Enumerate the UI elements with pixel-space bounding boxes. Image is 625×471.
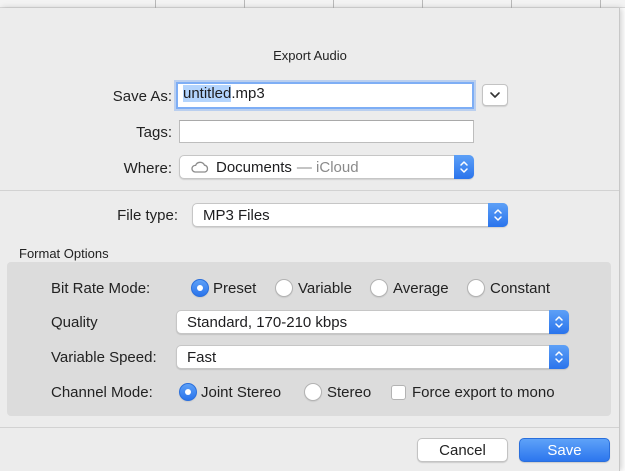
quality-label: Quality: [51, 314, 98, 331]
force-mono-label: Force export to mono: [412, 384, 555, 401]
dialog-title: Export Audio: [273, 48, 347, 63]
where-popup[interactable]: Documents — iCloud: [179, 155, 474, 179]
radio-button[interactable]: [191, 279, 209, 297]
channel-mode-label: Channel Mode:: [51, 384, 153, 401]
footer-divider: [0, 427, 619, 428]
expand-dialog-button[interactable]: [482, 84, 508, 106]
background-tick: [155, 0, 156, 8]
variable-speed-value: Fast: [187, 348, 217, 366]
radio-button[interactable]: [304, 383, 322, 401]
radio-label: Average: [393, 280, 449, 297]
cloud-icon: [191, 161, 209, 173]
where-location-suffix: — iCloud: [296, 158, 359, 176]
tags-label: Tags:: [136, 124, 172, 141]
radio-button[interactable]: [467, 279, 485, 297]
background-tick: [422, 0, 423, 8]
variable-speed-label: Variable Speed:: [51, 349, 157, 366]
radio-label: Variable: [298, 280, 352, 297]
updown-arrows-icon: [488, 203, 508, 227]
filename-selection: untitled: [183, 85, 232, 102]
export-audio-dialog: Export Audio Save As: untitled.mp3 Tags:…: [0, 8, 620, 471]
save-as-input[interactable]: untitled.mp3: [176, 82, 474, 109]
filename-extension: .mp3: [231, 85, 265, 102]
quality-popup[interactable]: Standard, 170-210 kbps: [176, 310, 569, 334]
section-divider: [0, 190, 619, 191]
variable-speed-popup[interactable]: Fast: [176, 345, 569, 369]
tags-input[interactable]: [179, 120, 474, 143]
force-mono-checkbox[interactable]: [391, 385, 406, 400]
updown-arrows-icon: [549, 345, 569, 369]
background-tick: [600, 0, 601, 8]
background-tick: [511, 0, 512, 8]
updown-arrows-icon: [549, 310, 569, 334]
bit-rate-mode-label: Bit Rate Mode:: [51, 280, 151, 297]
radio-label: Stereo: [327, 384, 372, 401]
radio-button[interactable]: [275, 279, 293, 297]
save-as-label: Save As:: [112, 88, 172, 105]
radio-label: Joint Stereo: [201, 384, 282, 401]
updown-arrows-icon: [454, 155, 474, 179]
background-window-strip: [0, 0, 625, 8]
background-tick: [333, 0, 334, 8]
cancel-button[interactable]: Cancel: [417, 438, 508, 462]
file-type-label: File type:: [117, 207, 178, 224]
radio-label: Preset: [213, 280, 257, 297]
file-type-value: MP3 Files: [203, 206, 270, 224]
radio-button[interactable]: [370, 279, 388, 297]
radio-button[interactable]: [179, 383, 197, 401]
where-label: Where:: [123, 160, 172, 177]
where-location: Documents: [216, 158, 292, 176]
chevron-down-icon: [490, 92, 500, 98]
file-type-popup[interactable]: MP3 Files: [192, 203, 508, 227]
radio-label: Constant: [490, 280, 551, 297]
quality-value: Standard, 170-210 kbps: [187, 313, 348, 331]
format-options-heading: Format Options: [19, 246, 109, 261]
save-button[interactable]: Save: [519, 438, 610, 462]
background-tick: [244, 0, 245, 8]
